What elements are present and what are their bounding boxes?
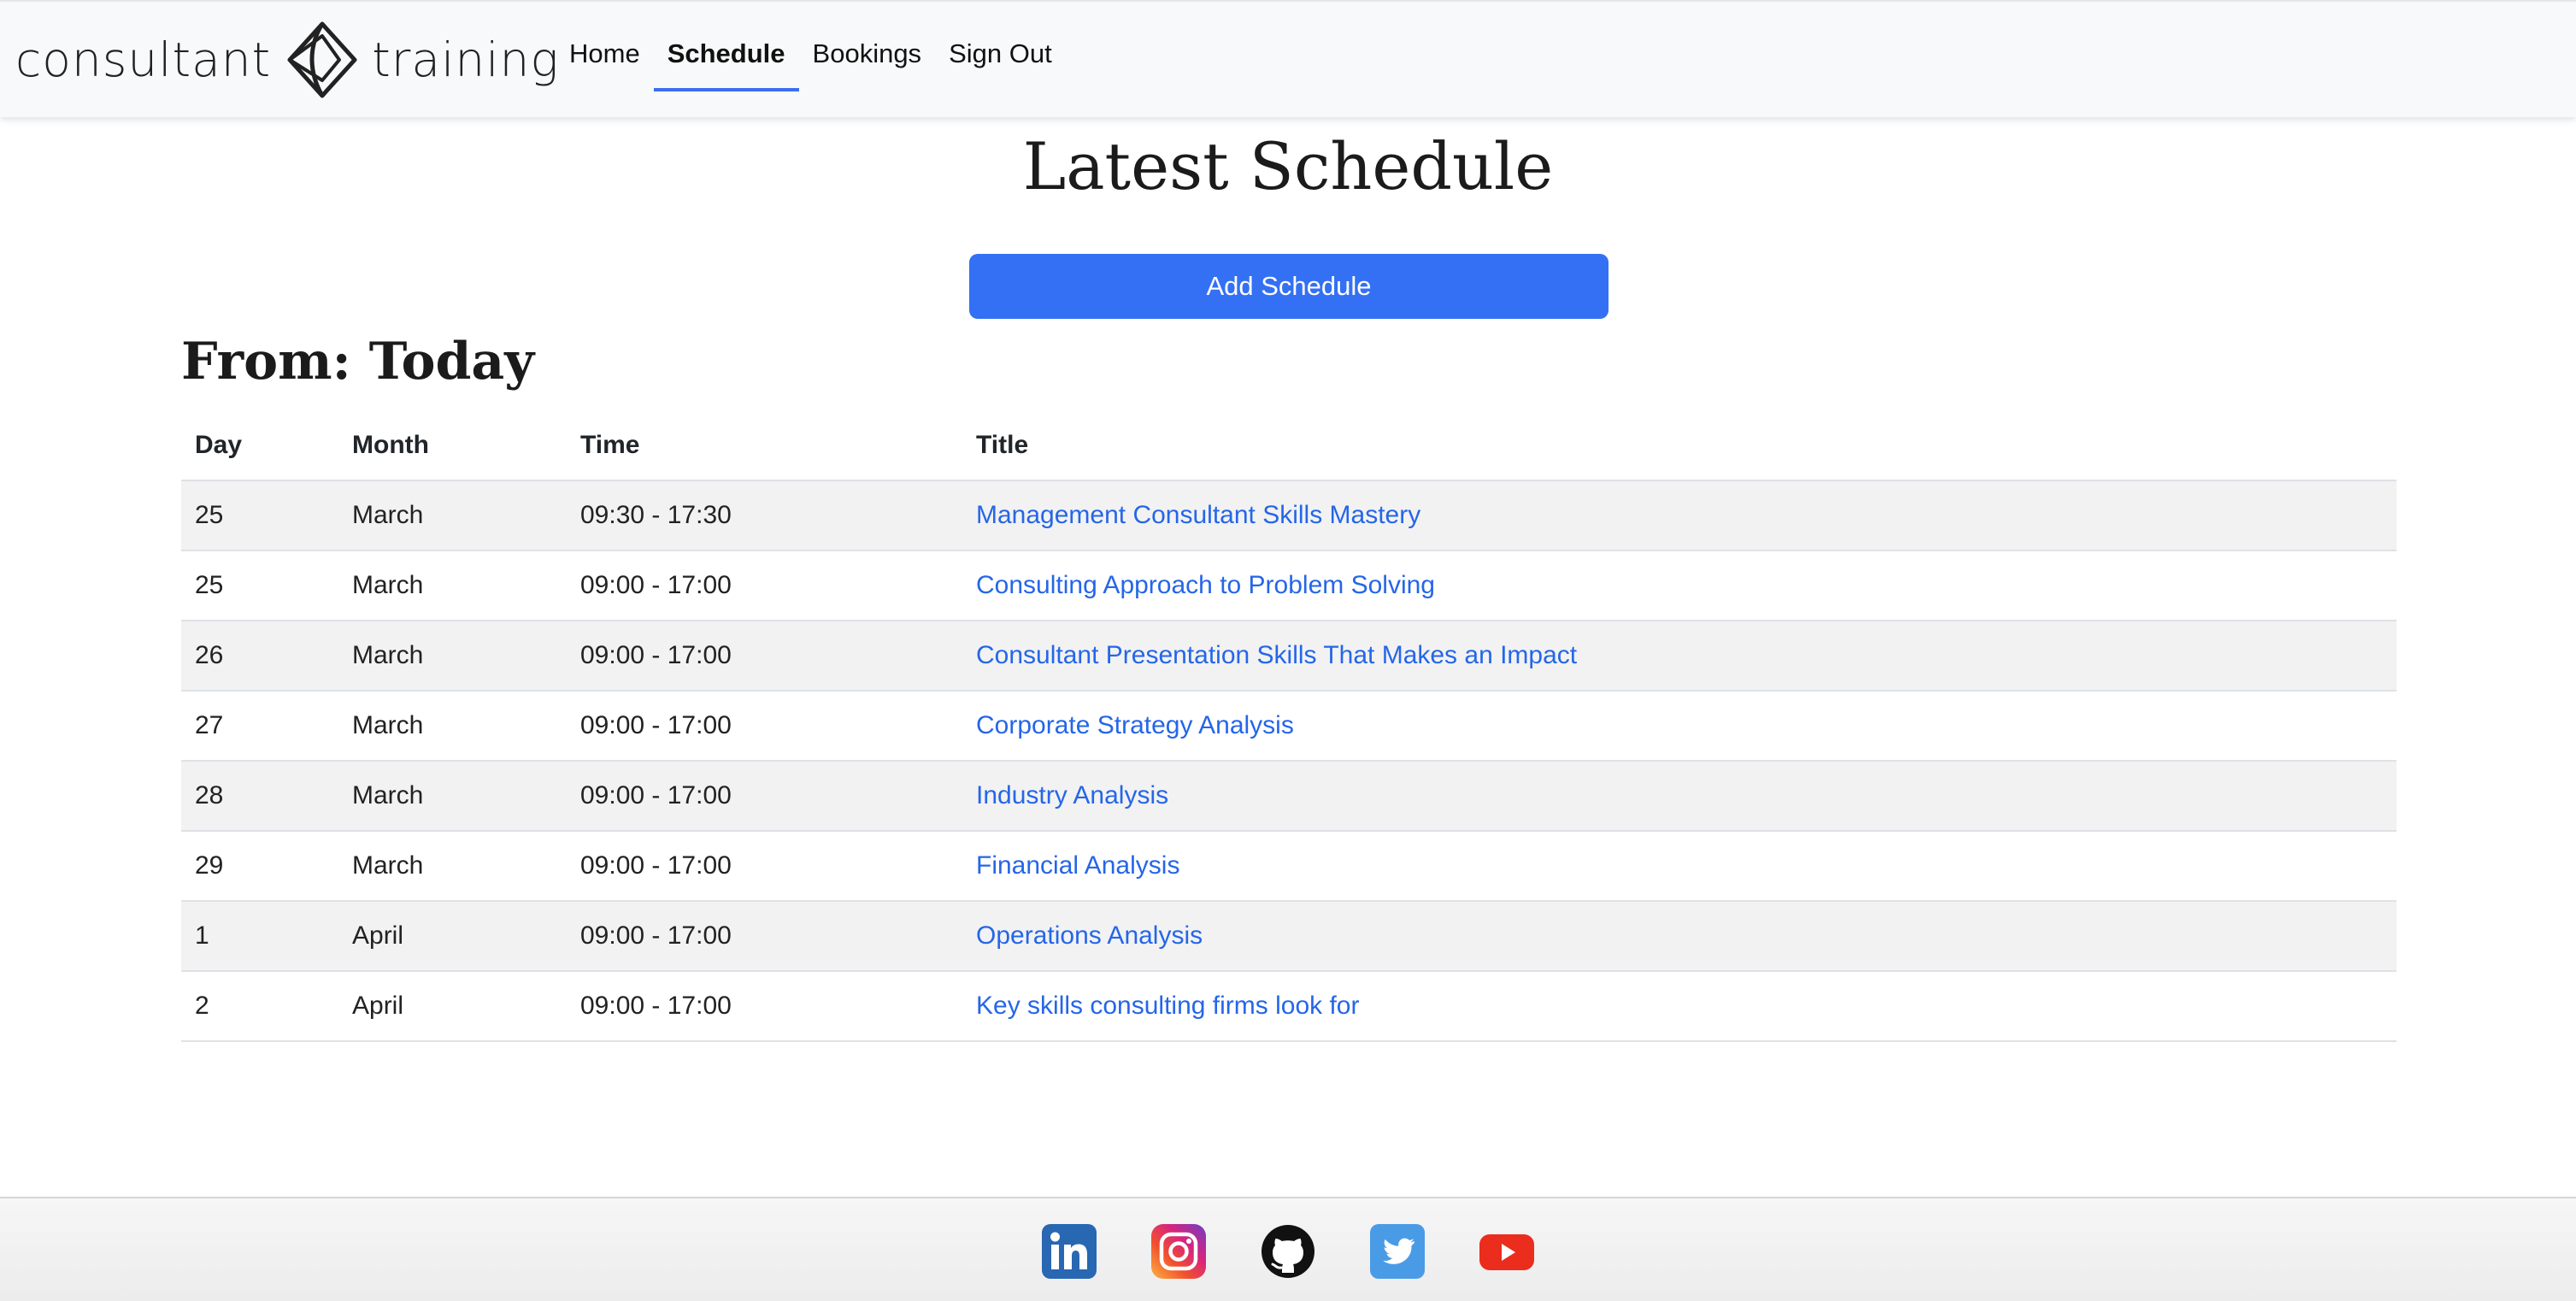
cell-title: Financial Analysis xyxy=(962,831,2397,902)
course-title-link[interactable]: Consulting Approach to Problem Solving xyxy=(976,571,1435,599)
nav-sign-out[interactable]: Sign Out xyxy=(935,2,1066,119)
twitter-icon[interactable] xyxy=(1370,1224,1425,1279)
table-row: 1 April 09:00 - 17:00 Operations Analysi… xyxy=(181,901,2397,972)
cell-month: March xyxy=(338,550,567,621)
table-row: 29 March 09:00 - 17:00 Financial Analysi… xyxy=(181,831,2397,902)
table-header-row: Day Month Time Title xyxy=(181,410,2397,481)
course-title-link[interactable]: Financial Analysis xyxy=(976,851,1179,880)
top-navbar: consultant training Home Schedule Bookin… xyxy=(0,0,2576,117)
brand-text-left: consultant xyxy=(15,32,272,87)
cell-month: April xyxy=(338,901,567,972)
table-row: 25 March 09:30 - 17:30 Management Consul… xyxy=(181,480,2397,551)
cell-title: Corporate Strategy Analysis xyxy=(962,691,2397,762)
table-row: 26 March 09:00 - 17:00 Consultant Presen… xyxy=(181,621,2397,692)
cell-title: Consulting Approach to Problem Solving xyxy=(962,550,2397,621)
table-row: 28 March 09:00 - 17:00 Industry Analysis xyxy=(181,761,2397,832)
linkedin-icon[interactable] xyxy=(1042,1224,1097,1279)
cell-day: 28 xyxy=(181,761,338,832)
from-label: From: Today xyxy=(181,332,535,391)
cell-month: March xyxy=(338,621,567,692)
course-title-link[interactable]: Industry Analysis xyxy=(976,781,1168,809)
cell-day: 25 xyxy=(181,480,338,551)
course-title-link[interactable]: Management Consultant Skills Mastery xyxy=(976,501,1420,529)
cell-title: Industry Analysis xyxy=(962,761,2397,832)
course-title-link[interactable]: Key skills consulting firms look for xyxy=(976,992,1359,1020)
cell-time: 09:30 - 17:30 xyxy=(567,480,962,551)
header-title: Title xyxy=(962,410,2397,481)
header-day: Day xyxy=(181,410,338,481)
instagram-icon[interactable] xyxy=(1151,1224,1206,1279)
cell-title: Key skills consulting firms look for xyxy=(962,971,2397,1042)
course-title-link[interactable]: Operations Analysis xyxy=(976,921,1203,950)
cell-day: 25 xyxy=(181,550,338,621)
cell-time: 09:00 - 17:00 xyxy=(567,550,962,621)
table-row: 25 March 09:00 - 17:00 Consulting Approa… xyxy=(181,550,2397,621)
cell-day: 26 xyxy=(181,621,338,692)
cell-month: March xyxy=(338,761,567,832)
nav-schedule[interactable]: Schedule xyxy=(653,2,799,119)
brand-diamond-icon xyxy=(287,21,357,98)
github-icon[interactable] xyxy=(1261,1224,1315,1279)
schedule-table: Day Month Time Title 25 March 09:30 - 17… xyxy=(181,410,2397,1042)
cell-month: March xyxy=(338,831,567,902)
cell-month: March xyxy=(338,691,567,762)
course-title-link[interactable]: Consultant Presentation Skills That Make… xyxy=(976,641,1577,669)
brand-text-right: training xyxy=(372,32,560,87)
cell-title: Operations Analysis xyxy=(962,901,2397,972)
cell-time: 09:00 - 17:00 xyxy=(567,901,962,972)
youtube-icon[interactable] xyxy=(1479,1224,1534,1279)
page-title: Latest Schedule xyxy=(1022,128,1554,204)
table-row: 27 March 09:00 - 17:00 Corporate Strateg… xyxy=(181,691,2397,762)
add-schedule-button[interactable]: Add Schedule xyxy=(969,254,1609,319)
cell-day: 27 xyxy=(181,691,338,762)
course-title-link[interactable]: Corporate Strategy Analysis xyxy=(976,711,1294,739)
nav-bookings[interactable]: Bookings xyxy=(799,2,936,119)
cell-month: March xyxy=(338,480,567,551)
header-month: Month xyxy=(338,410,567,481)
cell-month: April xyxy=(338,971,567,1042)
cell-day: 2 xyxy=(181,971,338,1042)
cell-time: 09:00 - 17:00 xyxy=(567,621,962,692)
cell-title: Management Consultant Skills Mastery xyxy=(962,480,2397,551)
nav-home[interactable]: Home xyxy=(556,2,654,119)
cell-day: 1 xyxy=(181,901,338,972)
table-row: 2 April 09:00 - 17:00 Key skills consult… xyxy=(181,971,2397,1042)
cell-time: 09:00 - 17:00 xyxy=(567,761,962,832)
cell-day: 29 xyxy=(181,831,338,902)
cell-time: 09:00 - 17:00 xyxy=(567,831,962,902)
cell-time: 09:00 - 17:00 xyxy=(567,691,962,762)
social-links xyxy=(0,1224,2576,1279)
nav-links: Home Schedule Bookings Sign Out xyxy=(556,2,1066,119)
cell-title: Consultant Presentation Skills That Make… xyxy=(962,621,2397,692)
header-time: Time xyxy=(567,410,962,481)
brand-logo-link[interactable]: consultant training xyxy=(15,21,559,99)
cell-time: 09:00 - 17:00 xyxy=(567,971,962,1042)
